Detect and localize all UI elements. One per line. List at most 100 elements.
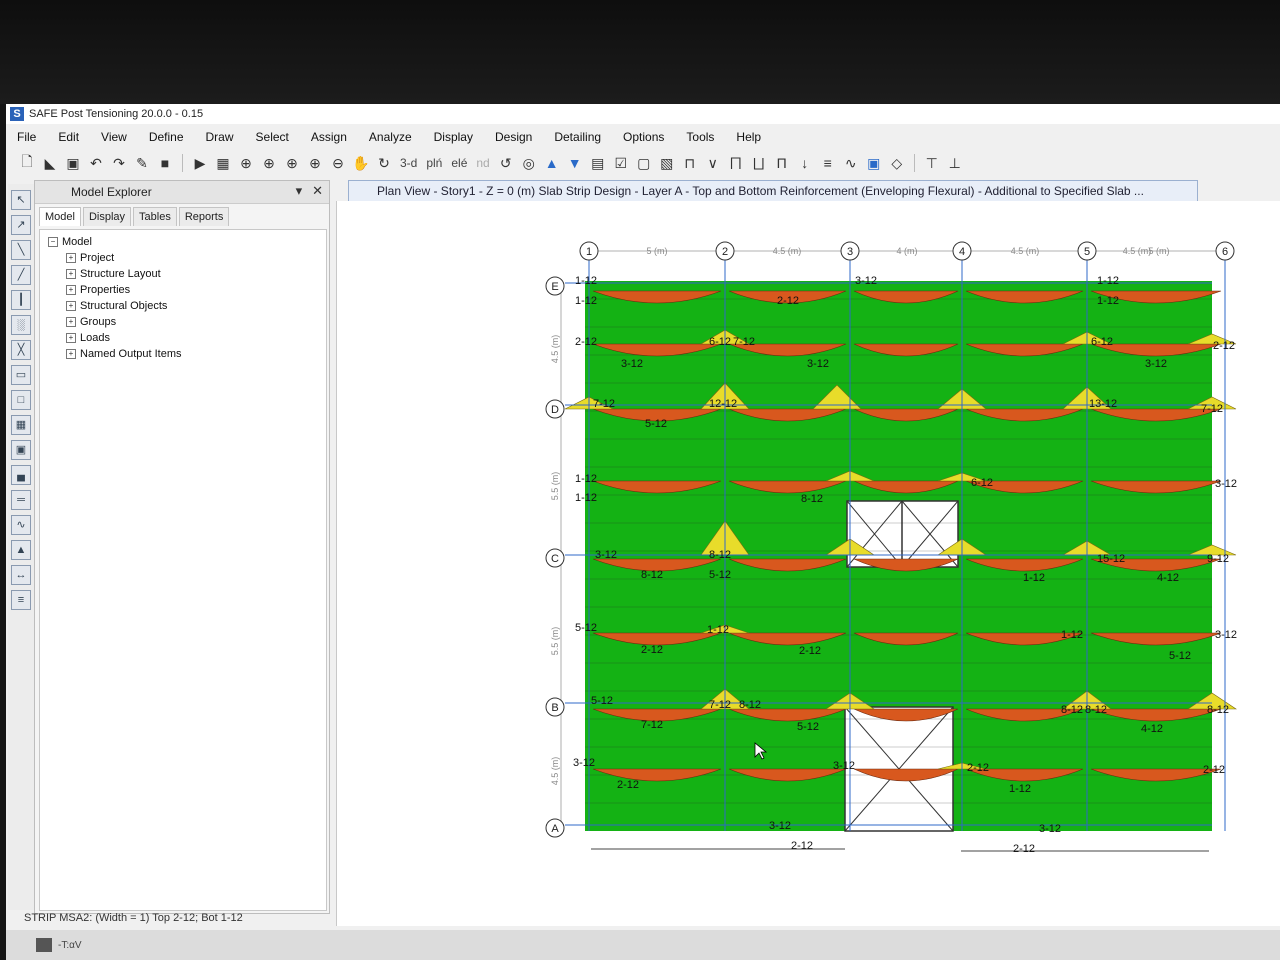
rebar-label: 2-12 bbox=[1203, 764, 1225, 776]
extrude-icon[interactable]: ▧ bbox=[658, 154, 676, 172]
menu-options[interactable]: Options bbox=[612, 130, 675, 144]
draw-brace-icon[interactable]: ╳ bbox=[11, 340, 31, 360]
menu-view[interactable]: View bbox=[90, 130, 138, 144]
detail-dropdown-icon[interactable]: ⊥ bbox=[946, 154, 964, 172]
rotate-icon[interactable]: ↻ bbox=[375, 154, 393, 172]
draw-text-icon[interactable]: ≡ bbox=[11, 590, 31, 610]
tree-node-label: Model bbox=[62, 236, 92, 248]
tree-node-groups[interactable]: + Groups bbox=[66, 316, 116, 328]
zoom-out-icon[interactable]: ⊖ bbox=[329, 154, 347, 172]
move-down-icon[interactable]: ▼ bbox=[566, 154, 584, 172]
contour-icon[interactable]: ▣ bbox=[865, 154, 883, 172]
reshape-icon[interactable]: ↗ bbox=[11, 215, 31, 235]
save-icon[interactable]: ▣ bbox=[64, 154, 82, 172]
move-up-icon[interactable]: ▲ bbox=[543, 154, 561, 172]
check-icon[interactable]: ☑ bbox=[612, 154, 630, 172]
zoom-previous-icon[interactable]: ⊕ bbox=[283, 154, 301, 172]
undo-icon[interactable]: ↶ bbox=[87, 154, 105, 172]
pencil-icon[interactable]: ✎ bbox=[133, 154, 151, 172]
expand-icon[interactable]: + bbox=[66, 301, 76, 311]
close-icon[interactable]: ✕ bbox=[312, 183, 323, 199]
zoom-window-icon[interactable]: ⊕ bbox=[237, 154, 255, 172]
draw-tendon-icon[interactable]: ∿ bbox=[11, 515, 31, 535]
view-3d-button[interactable]: 3-d bbox=[398, 156, 419, 170]
reactions-icon[interactable]: ◇ bbox=[888, 154, 906, 172]
menu-detailing[interactable]: Detailing bbox=[543, 130, 612, 144]
redo-icon[interactable]: ↷ bbox=[110, 154, 128, 172]
expand-icon[interactable]: + bbox=[66, 269, 76, 279]
panel-menu-chevron-icon[interactable]: ▾ bbox=[296, 183, 303, 199]
tab-display[interactable]: Display bbox=[82, 207, 132, 226]
draw-grid-icon[interactable]: ▦ bbox=[11, 415, 31, 435]
tab-model[interactable]: Model bbox=[39, 207, 81, 226]
expand-icon[interactable]: + bbox=[66, 333, 76, 343]
draw-opening-icon[interactable]: ▣ bbox=[11, 440, 31, 460]
view-elevation-button[interactable]: elé bbox=[449, 156, 469, 170]
rotate-view-icon[interactable]: ↺ bbox=[497, 154, 515, 172]
expand-icon[interactable]: + bbox=[66, 253, 76, 263]
start-icon[interactable] bbox=[36, 938, 52, 952]
menu-draw[interactable]: Draw bbox=[195, 130, 245, 144]
deformed-shape-icon[interactable]: ∿ bbox=[842, 154, 860, 172]
menu-assign[interactable]: Assign bbox=[300, 130, 358, 144]
view-plan-button[interactable]: plń bbox=[424, 156, 444, 170]
zoom-restore-icon[interactable]: ⊕ bbox=[260, 154, 278, 172]
load-arrow-icon[interactable]: ↓ bbox=[796, 154, 814, 172]
draw-wall-icon[interactable]: ░ bbox=[11, 315, 31, 335]
view-nd-button[interactable]: nd bbox=[474, 156, 491, 170]
tree-node-properties[interactable]: + Properties bbox=[66, 284, 130, 296]
menu-tools[interactable]: Tools bbox=[675, 130, 725, 144]
expand-icon[interactable]: + bbox=[66, 317, 76, 327]
draw-drop-panel-icon[interactable]: ▄ bbox=[11, 465, 31, 485]
menu-design[interactable]: Design bbox=[484, 130, 543, 144]
plan-view-canvas[interactable]: 123456EDCBA5 (m) 4.5 (m) 4 (m) 4.5 (m) 4.5 (… bbox=[336, 201, 1280, 926]
tree-node-structural-objects[interactable]: + Structural Objects bbox=[66, 300, 167, 312]
menu-file[interactable]: File bbox=[6, 130, 47, 144]
support-icon[interactable]: ∨ bbox=[704, 154, 722, 172]
pan-icon[interactable]: ✋ bbox=[352, 154, 370, 172]
plan-view-tab[interactable]: Plan View - Story1 - Z = 0 (m) Slab Stri… bbox=[348, 180, 1198, 202]
tree-node-label: Loads bbox=[80, 332, 110, 344]
wall-icon[interactable]: ⨆ bbox=[750, 154, 768, 172]
tree-node-model[interactable]: − Model bbox=[48, 236, 92, 248]
menu-select[interactable]: Select bbox=[245, 130, 300, 144]
menu-define[interactable]: Define bbox=[138, 130, 195, 144]
menu-display[interactable]: Display bbox=[423, 130, 484, 144]
display-table-icon[interactable]: ▦ bbox=[214, 154, 232, 172]
zoom-in-icon[interactable]: ⊕ bbox=[306, 154, 324, 172]
perspective-icon[interactable]: ◎ bbox=[520, 154, 538, 172]
expand-icon[interactable]: + bbox=[66, 285, 76, 295]
lock-icon[interactable]: ■ bbox=[156, 154, 174, 172]
design-dropdown-icon[interactable]: ⊤ bbox=[923, 154, 941, 172]
open-file-icon[interactable]: ◣ bbox=[41, 154, 59, 172]
draw-support-icon[interactable]: ▲ bbox=[11, 540, 31, 560]
new-file-icon[interactable]: 🗋 bbox=[18, 153, 36, 172]
tree-node-loads[interactable]: + Loads bbox=[66, 332, 110, 344]
tree-node-project[interactable]: + Project bbox=[66, 252, 114, 264]
expand-icon[interactable]: + bbox=[66, 349, 76, 359]
strip-icon[interactable]: ≡ bbox=[819, 154, 837, 172]
draw-line-icon[interactable]: ╲ bbox=[11, 240, 31, 260]
beam-icon[interactable]: ⨅ bbox=[727, 154, 745, 172]
tab-tables[interactable]: Tables bbox=[133, 207, 177, 226]
column-icon[interactable]: Π bbox=[773, 154, 791, 172]
draw-column-icon[interactable]: ┃ bbox=[11, 290, 31, 310]
run-analysis-icon[interactable]: ▶ bbox=[191, 154, 209, 172]
menu-edit[interactable]: Edit bbox=[47, 130, 90, 144]
draw-area-icon[interactable]: ▭ bbox=[11, 365, 31, 385]
tree-node-named-output-items[interactable]: + Named Output Items bbox=[66, 348, 182, 360]
draw-beam-icon[interactable]: ╱ bbox=[11, 265, 31, 285]
pointer-icon[interactable]: ↖ bbox=[11, 190, 31, 210]
tab-reports[interactable]: Reports bbox=[178, 207, 230, 226]
menu-help[interactable]: Help bbox=[725, 130, 772, 144]
slab-strip-plan[interactable]: 1 2 3 4 5 6EDCBA5 (m) 4.5 (m) 4 (m) 4.5 (m) 4.5 (… bbox=[337, 201, 1280, 926]
draw-dimension-icon[interactable]: ↔ bbox=[11, 565, 31, 585]
draw-strip-icon[interactable]: ═ bbox=[11, 490, 31, 510]
tree-node-structure-layout[interactable]: + Structure Layout bbox=[66, 268, 161, 280]
menu-analyze[interactable]: Analyze bbox=[358, 130, 423, 144]
draw-rectangle-icon[interactable]: □ bbox=[11, 390, 31, 410]
frame-icon[interactable]: ⊓ bbox=[681, 154, 699, 172]
collapse-icon[interactable]: − bbox=[48, 237, 58, 247]
select-all-icon[interactable]: ▤ bbox=[589, 154, 607, 172]
object-shrink-icon[interactable]: ▢ bbox=[635, 154, 653, 172]
